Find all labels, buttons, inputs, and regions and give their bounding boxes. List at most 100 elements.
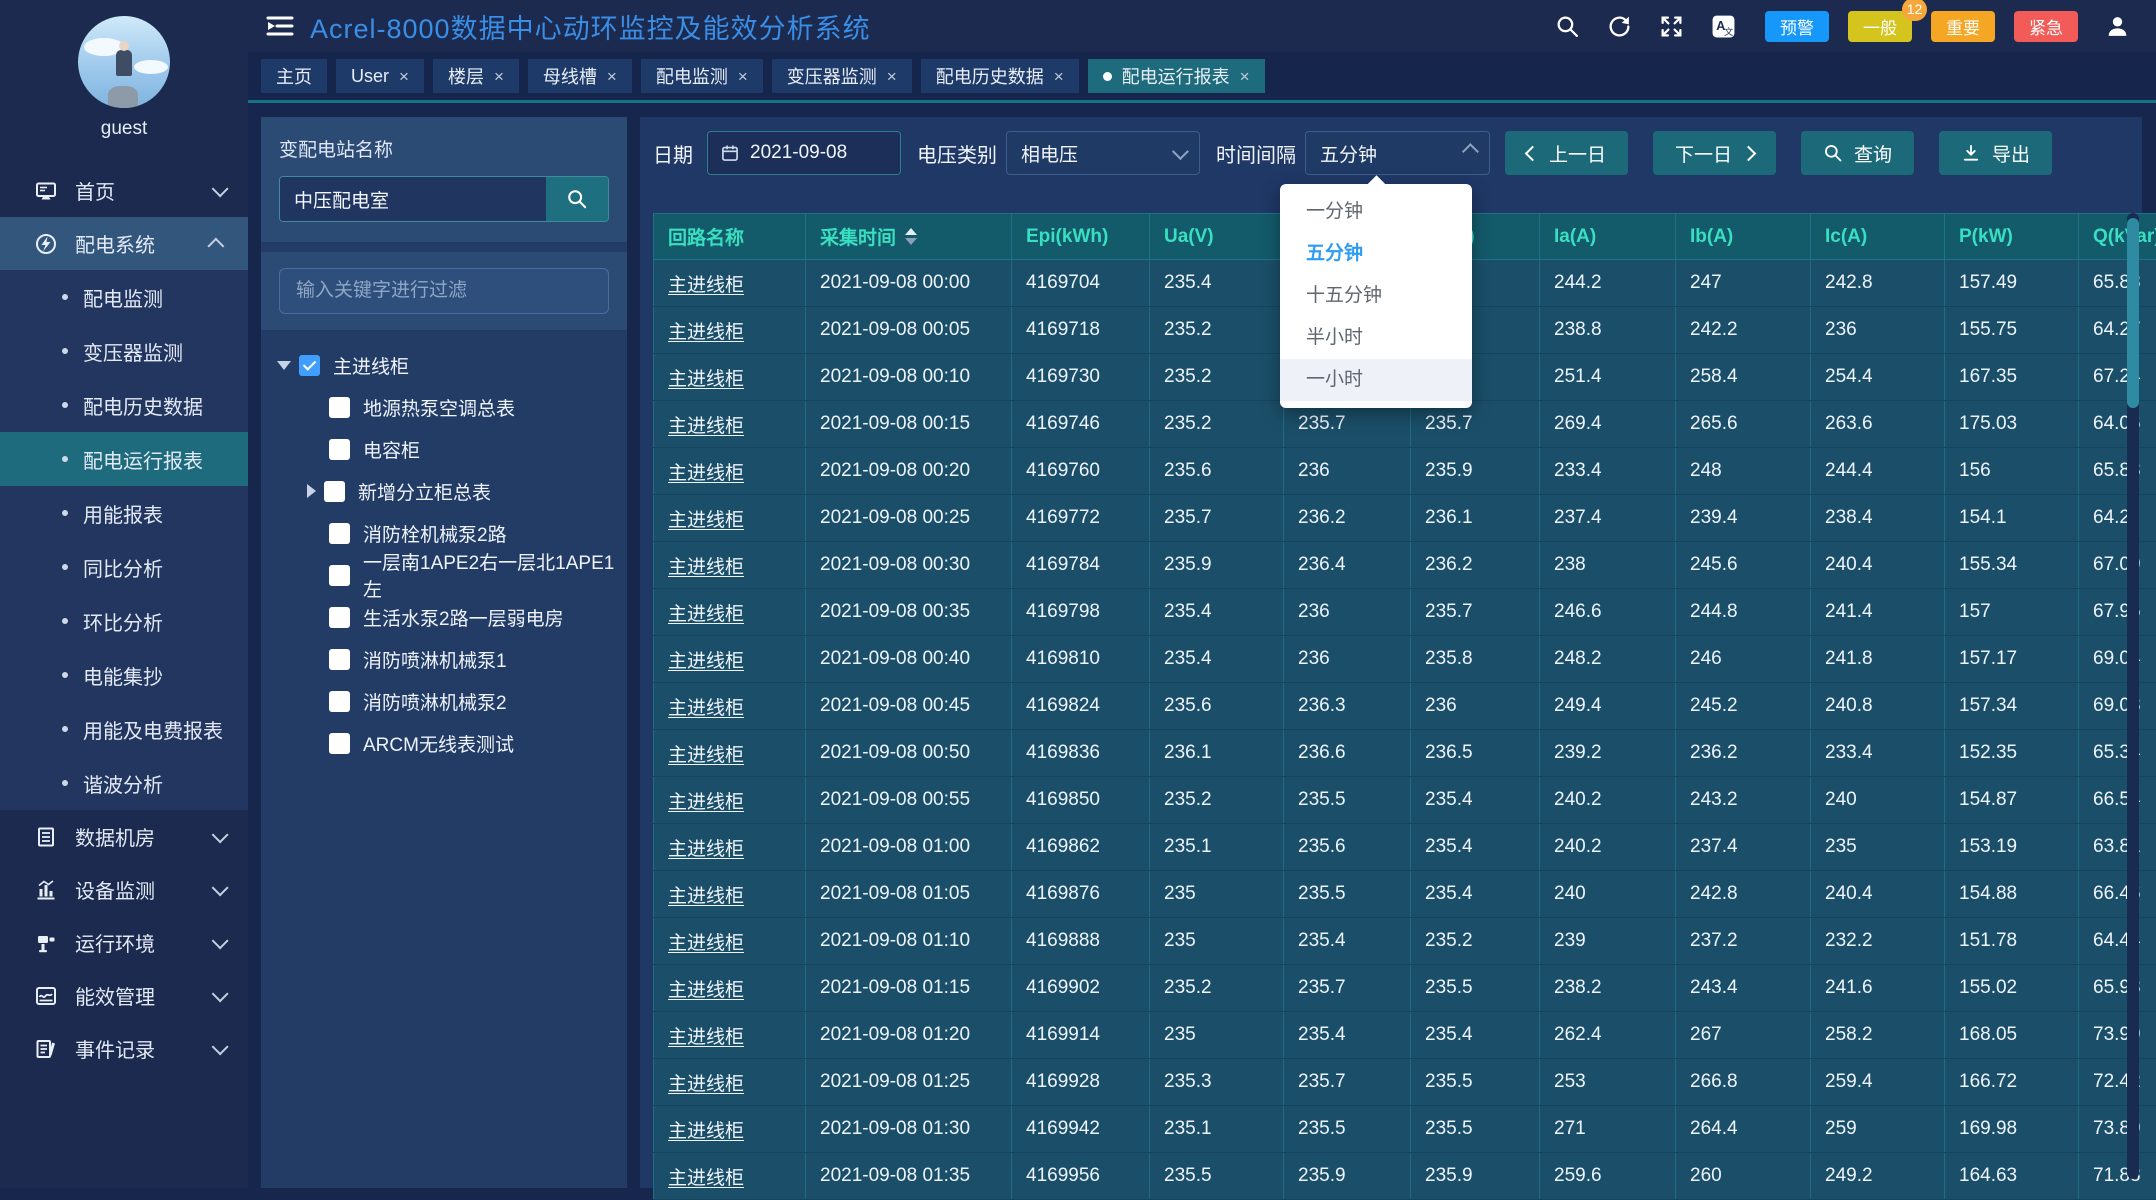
tab-close-icon[interactable]: ×: [494, 68, 504, 85]
circuit-link[interactable]: 主进线柜: [668, 933, 744, 954]
tab-2[interactable]: 楼层×: [433, 59, 519, 93]
circuit-link[interactable]: 主进线柜: [668, 557, 744, 578]
alarm-tag-2[interactable]: 重要: [1931, 11, 1995, 42]
circuit-link[interactable]: 主进线柜: [668, 1027, 744, 1048]
circuit-link[interactable]: 主进线柜: [668, 1121, 744, 1142]
sidebar-item-5[interactable]: 能效管理: [0, 969, 248, 1022]
sidebar-subitem-6[interactable]: 环比分析: [0, 594, 248, 648]
sort-icon[interactable]: [905, 228, 917, 245]
circuit-link[interactable]: 主进线柜: [668, 463, 744, 484]
sidebar-item-0[interactable]: 首页: [0, 164, 248, 217]
checkbox-unchecked[interactable]: [329, 439, 350, 460]
circuit-link[interactable]: 主进线柜: [668, 510, 744, 531]
alarm-tag-1[interactable]: 一般12: [1848, 11, 1912, 42]
station-search-button[interactable]: [546, 177, 608, 221]
sidebar-subitem-0[interactable]: 配电监测: [0, 270, 248, 324]
export-button[interactable]: 导出: [1939, 131, 2052, 175]
sidebar-subitem-1[interactable]: 变压器监测: [0, 324, 248, 378]
sidebar-item-4[interactable]: 运行环境: [0, 916, 248, 969]
circuit-link[interactable]: 主进线柜: [668, 980, 744, 1001]
checkbox-unchecked[interactable]: [329, 733, 350, 754]
sidebar-item-1[interactable]: 配电系统: [0, 217, 248, 270]
tab-7[interactable]: 配电运行报表×: [1088, 59, 1265, 93]
sidebar-item-2[interactable]: 数据机房: [0, 810, 248, 863]
dropdown-option-2[interactable]: 十五分钟: [1280, 275, 1472, 317]
fullscreen-icon[interactable]: [1659, 14, 1684, 39]
circuit-link[interactable]: 主进线柜: [668, 745, 744, 766]
column-header-1[interactable]: 采集时间: [806, 214, 1012, 260]
circuit-link[interactable]: 主进线柜: [668, 1074, 744, 1095]
caret-down-icon[interactable]: [277, 361, 291, 370]
tree-filter-input[interactable]: [279, 268, 609, 314]
tree-item-9[interactable]: ARCM无线表测试: [267, 722, 621, 764]
circuit-link[interactable]: 主进线柜: [668, 839, 744, 860]
dropdown-option-4[interactable]: 一小时: [1280, 359, 1472, 401]
checkbox-unchecked[interactable]: [329, 607, 350, 628]
tab-3[interactable]: 母线槽×: [528, 59, 632, 93]
tab-close-icon[interactable]: ×: [399, 68, 409, 85]
sidebar-subitem-5[interactable]: 同比分析: [0, 540, 248, 594]
checkbox-unchecked[interactable]: [329, 691, 350, 712]
checkbox-unchecked[interactable]: [329, 649, 350, 670]
sidebar-item-6[interactable]: 事件记录: [0, 1022, 248, 1075]
avatar[interactable]: [78, 16, 170, 108]
tab-close-icon[interactable]: ×: [1240, 68, 1250, 85]
table-scrollbar-thumb[interactable]: [2127, 218, 2139, 408]
tree-item-3[interactable]: 新增分立柜总表: [267, 470, 621, 512]
circuit-link[interactable]: 主进线柜: [668, 651, 744, 672]
tree-item-2[interactable]: 电容柜: [267, 428, 621, 470]
tree-item-1[interactable]: 地源热泵空调总表: [267, 386, 621, 428]
translate-icon[interactable]: A文: [1711, 14, 1736, 39]
query-button[interactable]: 查询: [1801, 131, 1914, 175]
tree-item-7[interactable]: 消防喷淋机械泵1: [267, 638, 621, 680]
circuit-link[interactable]: 主进线柜: [668, 416, 744, 437]
tab-close-icon[interactable]: ×: [1054, 68, 1064, 85]
checkbox-unchecked[interactable]: [329, 565, 350, 586]
checkbox-unchecked[interactable]: [329, 397, 350, 418]
table-scrollbar-track[interactable]: [2127, 213, 2139, 1179]
tree-item-0[interactable]: 主进线柜: [267, 344, 621, 386]
tree-item-6[interactable]: 生活水泵2路一层弱电房: [267, 596, 621, 638]
dropdown-option-1[interactable]: 五分钟: [1280, 233, 1472, 275]
sidebar-subitem-7[interactable]: 电能集抄: [0, 648, 248, 702]
tab-1[interactable]: User×: [336, 59, 424, 93]
circuit-link[interactable]: 主进线柜: [668, 1168, 744, 1189]
user-icon[interactable]: [2105, 14, 2130, 39]
circuit-link[interactable]: 主进线柜: [668, 886, 744, 907]
tab-4[interactable]: 配电监测×: [641, 59, 763, 93]
checkbox-unchecked[interactable]: [329, 523, 350, 544]
alarm-tag-3[interactable]: 紧急: [2014, 11, 2078, 42]
sidebar-subitem-4[interactable]: 用能报表: [0, 486, 248, 540]
station-input[interactable]: [280, 177, 546, 221]
circuit-link[interactable]: 主进线柜: [668, 792, 744, 813]
tab-6[interactable]: 配电历史数据×: [921, 59, 1079, 93]
circuit-link[interactable]: 主进线柜: [668, 275, 744, 296]
tab-close-icon[interactable]: ×: [607, 68, 617, 85]
tree-item-5[interactable]: 一层南1APE2右一层北1APE1左: [267, 554, 621, 596]
interval-select[interactable]: 五分钟: [1305, 131, 1490, 175]
sidebar-subitem-8[interactable]: 用能及电费报表: [0, 702, 248, 756]
caret-right-icon[interactable]: [307, 484, 316, 498]
circuit-link[interactable]: 主进线柜: [668, 698, 744, 719]
next-day-button[interactable]: 下一日: [1653, 131, 1776, 175]
circuit-link[interactable]: 主进线柜: [668, 369, 744, 390]
tab-close-icon[interactable]: ×: [887, 68, 897, 85]
date-input[interactable]: 2021-09-08: [707, 131, 901, 175]
circuit-link[interactable]: 主进线柜: [668, 604, 744, 625]
dropdown-option-0[interactable]: 一分钟: [1280, 191, 1472, 233]
sidebar-item-3[interactable]: 设备监测: [0, 863, 248, 916]
alarm-tag-0[interactable]: 预警: [1765, 11, 1829, 42]
sidebar-subitem-2[interactable]: 配电历史数据: [0, 378, 248, 432]
tree-item-8[interactable]: 消防喷淋机械泵2: [267, 680, 621, 722]
checkbox-checked[interactable]: [299, 355, 320, 376]
voltage-select[interactable]: 相电压: [1006, 131, 1200, 175]
tab-5[interactable]: 变压器监测×: [772, 59, 912, 93]
tab-close-icon[interactable]: ×: [738, 68, 748, 85]
menu-fold-icon[interactable]: [266, 14, 294, 38]
prev-day-button[interactable]: 上一日: [1505, 131, 1628, 175]
search-icon[interactable]: [1555, 14, 1580, 39]
circuit-link[interactable]: 主进线柜: [668, 322, 744, 343]
tab-0[interactable]: 主页: [261, 59, 327, 93]
checkbox-unchecked[interactable]: [324, 481, 345, 502]
dropdown-option-3[interactable]: 半小时: [1280, 317, 1472, 359]
